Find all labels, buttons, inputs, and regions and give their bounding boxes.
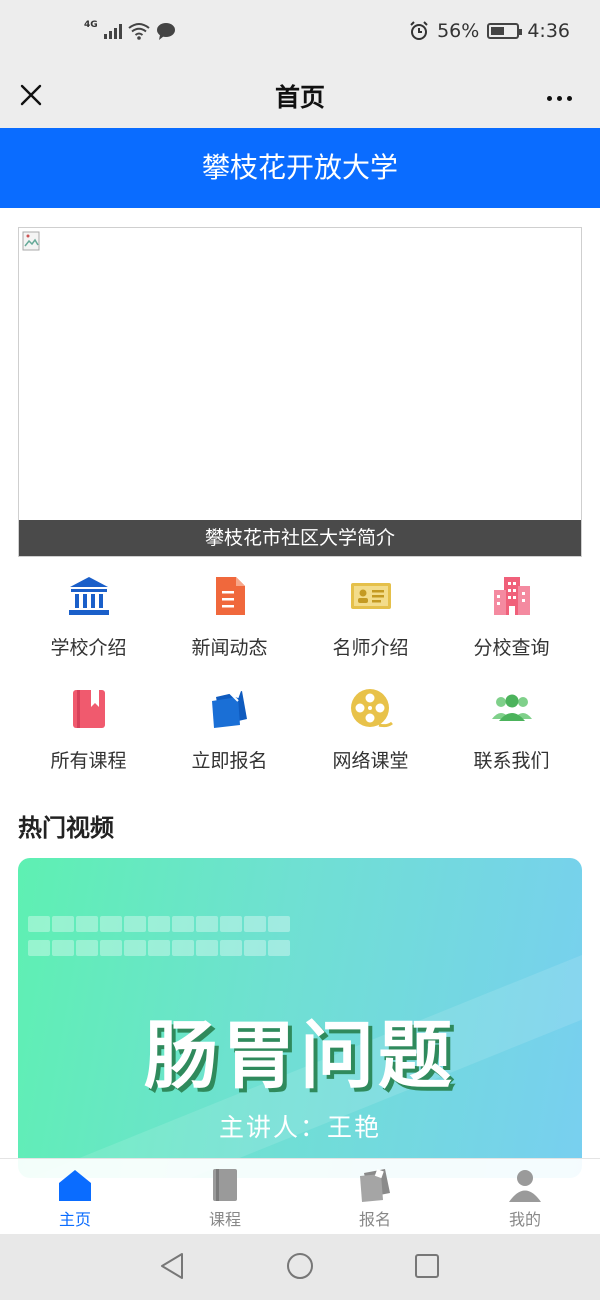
battery-icon — [487, 23, 523, 39]
grid-label: 立即报名 — [191, 750, 268, 772]
alarm-icon — [410, 21, 428, 40]
grid-item-online-class[interactable]: 网络课堂 — [300, 679, 441, 792]
tab-courses[interactable]: 课程 — [150, 1159, 300, 1235]
system-navigation-bar — [0, 1234, 600, 1300]
signal-icon — [103, 23, 122, 39]
tab-bar: 主页 课程 报名 我的 — [0, 1158, 600, 1235]
status-bar: 4G 56% 4:36 — [0, 0, 600, 66]
people-group-icon — [491, 694, 532, 721]
page-title: 首页 — [274, 83, 325, 112]
film-reel-icon — [350, 689, 393, 728]
video-speaker: 主讲人：王艳 — [218, 1113, 381, 1142]
decorative-tiles — [28, 916, 290, 956]
grid-item-contact-us[interactable]: 联系我们 — [441, 679, 582, 792]
id-card-icon — [350, 583, 391, 609]
video-title: 肠胃问题 — [144, 1013, 456, 1099]
grid-label: 联系我们 — [473, 750, 550, 772]
grid-item-signup-now[interactable]: 立即报名 — [159, 679, 300, 792]
site-banner: 攀枝花开放大学 — [0, 128, 600, 208]
branch-buildings-icon — [493, 577, 530, 615]
tab-label: 课程 — [208, 1210, 241, 1229]
news-document-icon — [215, 577, 245, 615]
signup-note-icon — [211, 687, 247, 728]
grid-item-school-intro[interactable]: 学校介绍 — [18, 566, 159, 679]
user-icon — [509, 1170, 541, 1202]
tab-profile[interactable]: 我的 — [450, 1159, 600, 1235]
nav-bar: 首页 — [0, 66, 600, 128]
message-icon — [156, 23, 175, 40]
home-icon — [59, 1170, 91, 1201]
grid-item-news[interactable]: 新闻动态 — [159, 566, 300, 679]
intro-caption: 攀枝花市社区大学简介 — [19, 520, 581, 556]
video-card[interactable]: 肠胃问题 主讲人：王艳 — [18, 858, 582, 1178]
book-icon — [213, 1169, 237, 1201]
network-type: 4G — [84, 20, 98, 30]
tab-label: 我的 — [508, 1210, 541, 1229]
grid-label: 分校查询 — [473, 637, 550, 659]
tab-label: 报名 — [358, 1210, 391, 1229]
wifi-icon — [128, 23, 150, 40]
grid-label: 所有课程 — [50, 750, 127, 772]
broken-image-icon — [22, 231, 40, 251]
battery-percent: 56% — [437, 20, 480, 42]
back-icon[interactable] — [158, 1251, 186, 1281]
home-button-icon[interactable] — [285, 1251, 315, 1281]
more-options-icon[interactable] — [547, 96, 572, 101]
grid-label: 学校介绍 — [50, 637, 127, 659]
feature-grid: 学校介绍 新闻动态 名师介绍 分校查询 所有课程 立即报名 网络课堂 联系我们 — [18, 566, 582, 792]
clock: 4:36 — [527, 20, 570, 42]
signup-icon — [360, 1169, 390, 1202]
intro-image[interactable]: 攀枝花市社区大学简介 — [18, 227, 582, 557]
section-title-hot-videos: 热门视频 — [18, 814, 114, 842]
recent-apps-icon[interactable] — [413, 1251, 441, 1281]
tab-home[interactable]: 主页 — [0, 1159, 150, 1235]
grid-item-teachers[interactable]: 名师介绍 — [300, 566, 441, 679]
tab-signup[interactable]: 报名 — [300, 1159, 450, 1235]
course-book-icon — [72, 690, 105, 728]
grid-label: 名师介绍 — [332, 637, 409, 659]
grid-item-all-courses[interactable]: 所有课程 — [18, 679, 159, 792]
grid-item-branch-search[interactable]: 分校查询 — [441, 566, 582, 679]
grid-label: 网络课堂 — [332, 750, 409, 772]
grid-label: 新闻动态 — [191, 637, 268, 659]
tab-label: 主页 — [58, 1210, 91, 1229]
school-building-icon — [68, 577, 109, 615]
